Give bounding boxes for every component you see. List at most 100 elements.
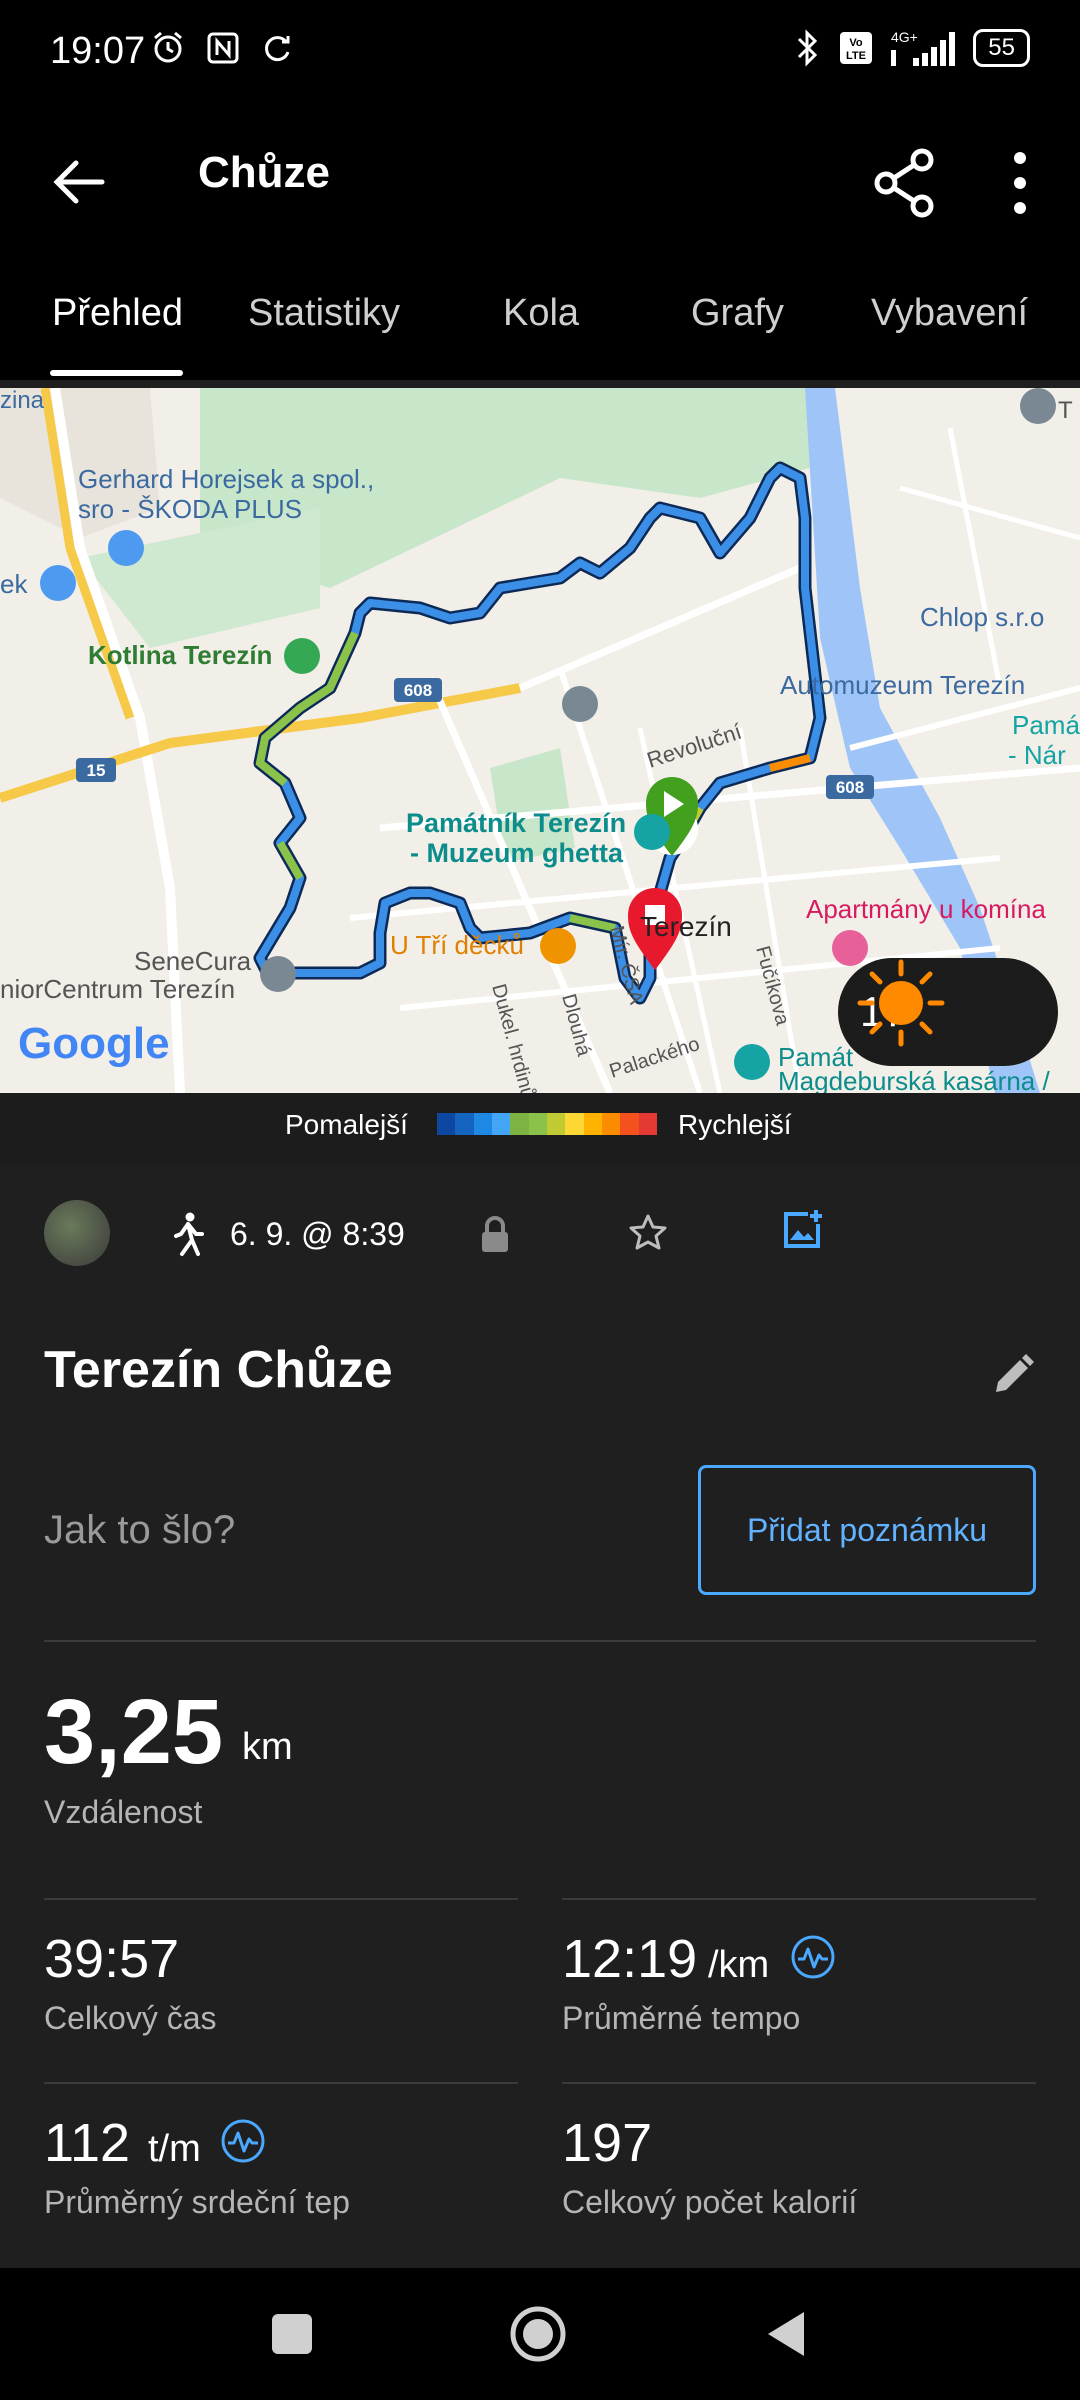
alarm-icon — [154, 31, 182, 63]
road-shield-608a: 608 — [404, 681, 432, 700]
active-tab-indicator — [50, 370, 183, 376]
map-label-pamatnik-2: - Muzeum ghetta — [410, 838, 624, 868]
tab-prehled[interactable]: Přehled — [52, 292, 183, 335]
poi-pin-pamatnik — [634, 814, 670, 850]
divider — [44, 1898, 518, 1900]
edit-pencil-icon[interactable] — [990, 1352, 1036, 1398]
map-label-apartmany: Apartmány u komína — [806, 894, 1046, 924]
poi-pin-ek — [40, 565, 76, 601]
map-label-revolucni: Revoluční — [644, 719, 745, 773]
total-time-value: 39:57 — [44, 1929, 180, 1989]
system-nav-bar — [0, 2268, 1080, 2400]
road-shield-15: 15 — [87, 761, 106, 780]
map-label-tri-decku: U Tří děcků — [390, 930, 524, 960]
map-label-palackeho: Palackého — [607, 1033, 703, 1083]
legend-color-segment — [510, 1113, 529, 1135]
star-icon[interactable] — [628, 1212, 668, 1252]
signal-icon: 4G+ — [891, 29, 956, 66]
status-icons-right: Vo LTE 4G+ 55 — [795, 28, 1030, 68]
pace-legend: Pomalejší Rychlejší — [0, 1093, 1080, 1163]
legend-color-segment — [473, 1113, 492, 1135]
battery-indicator: 55 — [973, 29, 1030, 67]
volte-icon: VoLTE — [840, 32, 873, 64]
sun-icon — [857, 959, 945, 1047]
map-label-zina: zina — [0, 388, 45, 414]
legend-color-segment — [565, 1113, 584, 1135]
map-label-senecura-1: SeneCura — [134, 946, 252, 976]
total-time-label: Celkový čas — [44, 2000, 217, 2036]
legend-faster-label: Rychlejší — [678, 1109, 792, 1140]
legend-color-bar — [437, 1113, 657, 1135]
legend-color-segment — [546, 1113, 566, 1135]
activity-meta-row: 6. 9. @ 8:39 — [0, 1190, 1080, 1280]
bluetooth-icon — [798, 29, 818, 67]
map-label-dlouha: Dlouhá — [557, 992, 595, 1060]
legend-color-segment — [528, 1113, 547, 1135]
add-note-button[interactable]: Přidat poznámku — [698, 1465, 1036, 1595]
page-title: Chůze — [198, 148, 330, 197]
tab-kola[interactable]: Kola — [503, 292, 579, 335]
map-label-pama-1: Pamá — [1012, 710, 1080, 740]
poi-pin-school — [562, 686, 598, 722]
poi-pin-restaurant — [540, 928, 576, 964]
tab-statistiky[interactable]: Statistiky — [248, 292, 400, 335]
tab-vybaveni[interactable]: Vybavení — [871, 292, 1028, 335]
avg-hr-unit: t/m — [148, 2128, 201, 2170]
route-map[interactable]: 608 608 15 zina Gerhard Horejsek a spol.… — [0, 388, 1080, 1093]
add-photo-icon[interactable] — [780, 1208, 824, 1252]
heart-rate-chart-icon[interactable] — [220, 2118, 266, 2164]
share-icon[interactable] — [860, 138, 950, 228]
divider — [44, 1640, 1036, 1642]
legend-color-segment — [491, 1113, 511, 1135]
lock-icon[interactable] — [478, 1214, 512, 1254]
map-label-ek: ek — [0, 569, 28, 599]
map-label-top-right: T — [1058, 397, 1073, 424]
activity-title: Terezín Chůze — [44, 1341, 393, 1399]
distance-unit: km — [242, 1726, 293, 1768]
more-options-icon[interactable] — [990, 138, 1050, 228]
home-button[interactable] — [508, 2304, 568, 2364]
recents-button[interactable] — [262, 2304, 322, 2364]
back-nav-button[interactable] — [756, 2304, 816, 2364]
legend-slower-label: Pomalejší — [285, 1109, 408, 1140]
weather-chip: 17° — [838, 958, 1058, 1066]
poi-pin-skoda — [108, 530, 144, 566]
poi-pin-magdeburska — [734, 1044, 770, 1080]
map-label-dukel: Dukel. hrdinů — [487, 982, 539, 1093]
calories-label: Celkový počet kalorií — [562, 2184, 858, 2220]
avg-pace-value: 12:19 — [562, 1929, 698, 1989]
avg-pace-unit: /km — [708, 1944, 770, 1986]
avg-pace-label: Průměrné tempo — [562, 2000, 801, 2036]
map-label-kotlina: Kotlina Terezín — [88, 640, 272, 670]
app-bar: Chůze — [0, 110, 1080, 270]
legend-color-segment — [437, 1113, 456, 1135]
svg-text:LTE: LTE — [846, 50, 866, 62]
status-icons-left — [150, 30, 294, 66]
divider — [562, 1898, 1036, 1900]
activity-date: 6. 9. @ 8:39 — [230, 1216, 405, 1252]
tab-grafy[interactable]: Grafy — [691, 292, 784, 335]
map-label-terezin: Terezín — [640, 911, 732, 942]
avatar[interactable] — [44, 1200, 110, 1266]
map-label-fucikova: Fučíkova — [751, 944, 793, 1029]
google-logo: Google — [18, 1019, 170, 1068]
legend-color-segment — [455, 1113, 474, 1135]
map-label-gerhard-1: Gerhard Horejsek a spol., — [78, 464, 374, 494]
tab-bar: Přehled Statistiky Kola Grafy Vybavení — [0, 270, 1080, 380]
walking-icon — [174, 1212, 204, 1256]
back-icon[interactable] — [40, 142, 120, 222]
map-label-gerhard-2: sro - ŠKODA PLUS — [78, 494, 302, 524]
map-label-chlop: Chlop s.r.o — [920, 602, 1044, 632]
nfc-icon — [207, 32, 239, 64]
sync-icon — [265, 36, 290, 62]
legend-color-segment — [583, 1113, 602, 1135]
legend-color-segment — [638, 1113, 657, 1135]
road-shield-608b: 608 — [836, 778, 864, 797]
map-label-pama-2: - Nár — [1008, 740, 1066, 770]
poi-pin-senecura — [260, 956, 296, 992]
map-label-senecura-2: niorCentrum Terezín — [0, 974, 235, 1004]
svg-text:Vo: Vo — [850, 37, 864, 49]
avg-hr-value: 112 — [44, 2113, 131, 2173]
calories-value: 197 — [562, 2113, 653, 2173]
pace-chart-icon[interactable] — [790, 1934, 836, 1980]
